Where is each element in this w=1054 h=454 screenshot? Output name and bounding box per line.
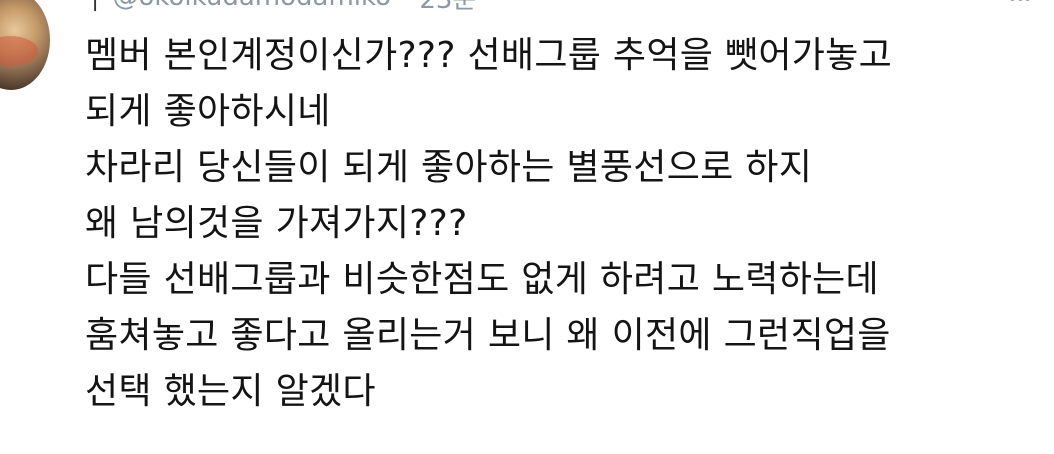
tweet-line-4: 왜 남의것을 가져가지??? [85, 203, 468, 244]
tweet-line-2: 되게 좋아하시네 [85, 91, 331, 132]
tweet-line-1: 멤버 본인계정이신가??? 선배그룹 추억을 뺏어가놓고 [85, 35, 893, 76]
tweet-line-7: 선택 했는지 알겠다 [85, 371, 376, 412]
tweet-header: ┬ @okoikudamodamiko · 23분 [88, 0, 476, 15]
tweet-line-5: 다들 선배그룹과 비슷한점도 없게 하려고 노력하는데 [85, 259, 879, 300]
tweet-timestamp[interactable]: 23분 [419, 0, 476, 16]
user-avatar[interactable] [0, 0, 50, 90]
user-handle[interactable]: @okoikudamodamiko [112, 0, 391, 12]
tweet-body: 멤버 본인계정이신가??? 선배그룹 추억을 뺏어가놓고 되게 좋아하시네 차라… [85, 28, 1040, 420]
tweet-line-3: 차라리 당신들이 되게 좋아하는 별풍선으로 하지 [85, 147, 813, 188]
more-options-icon[interactable] [1010, 0, 1030, 2]
pin-icon: ┬ [88, 0, 102, 11]
dot-separator: · [401, 0, 409, 12]
tweet-card: ┬ @okoikudamodamiko · 23분 멤버 본인계정이신가??? … [0, 0, 1054, 454]
tweet-line-6: 훔쳐놓고 좋다고 올리는거 보니 왜 이전에 그런직업을 [85, 315, 891, 356]
